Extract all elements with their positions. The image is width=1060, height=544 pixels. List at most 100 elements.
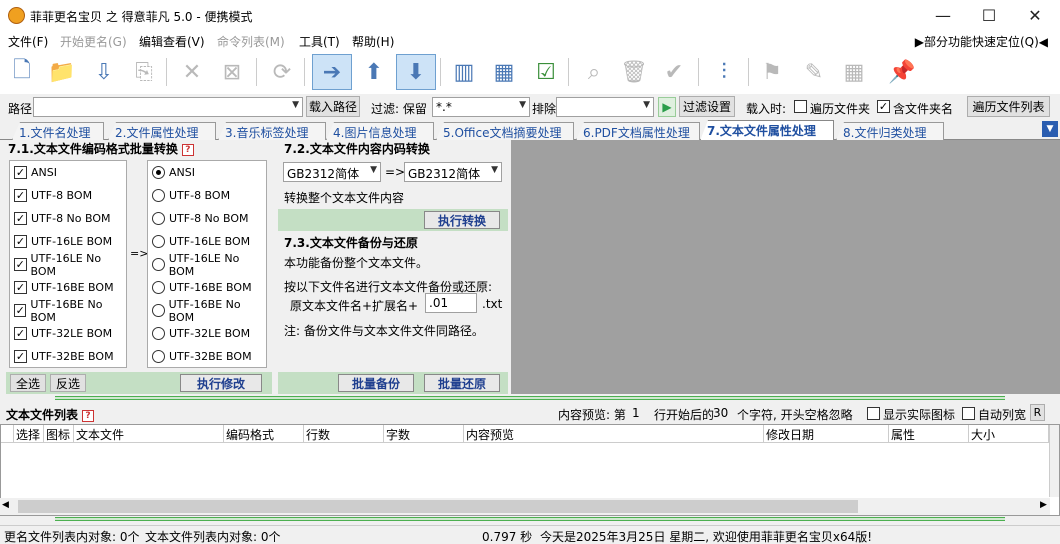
quick-access-menu[interactable]: ▶部分功能快速定位(Q)◀ bbox=[915, 33, 1048, 50]
target-encoding-item[interactable]: UTF-16LE No BOM bbox=[148, 252, 266, 278]
menu-file[interactable]: 文件(F) bbox=[8, 33, 48, 50]
target-encoding-item[interactable]: UTF-32BE BOM bbox=[148, 345, 266, 368]
new-file-icon[interactable]: 🗋 bbox=[4, 54, 40, 90]
traverse-list-button[interactable]: 遍历文件列表 bbox=[967, 96, 1050, 117]
source-encoding-item[interactable]: ✓ UTF-8 BOM bbox=[10, 184, 126, 207]
maximize-button[interactable]: ☐ bbox=[966, 0, 1012, 30]
horizontal-scrollbar[interactable]: ◀ ▶ bbox=[0, 498, 1050, 515]
r-button[interactable]: R bbox=[1030, 404, 1045, 421]
load-path-button[interactable]: 载入路径 bbox=[306, 96, 360, 117]
move-right-icon[interactable]: ➔ bbox=[312, 54, 352, 90]
minimize-button[interactable]: — bbox=[920, 0, 966, 30]
target-encoding-item[interactable]: UTF-8 BOM bbox=[148, 184, 266, 207]
source-encoding-item[interactable]: ✓ UTF-16BE No BOM bbox=[10, 298, 126, 324]
vertical-scrollbar[interactable] bbox=[1049, 425, 1059, 497]
col-lines[interactable]: 行数 bbox=[304, 425, 384, 443]
checklist-icon[interactable]: ☑ bbox=[528, 54, 564, 90]
import-list-icon[interactable]: ⇩ bbox=[86, 54, 122, 90]
source-encoding-item[interactable]: ✓ UTF-16LE BOM bbox=[10, 230, 126, 253]
tab-pdf-properties[interactable]: 6.PDF文档属性处理 bbox=[576, 122, 700, 140]
filter-input[interactable]: *.* ▼ bbox=[432, 97, 530, 117]
menu-edit-view[interactable]: 编辑查看(V) bbox=[139, 33, 205, 50]
check-icon[interactable]: ✔ bbox=[656, 54, 692, 90]
table-settings-icon[interactable]: ▦ bbox=[836, 54, 872, 90]
tab-text-file-properties[interactable]: 7.文本文件属性处理 bbox=[700, 120, 834, 141]
convert-to-select[interactable]: GB2312简体 ▼ bbox=[404, 162, 502, 182]
show-icons-checkbox[interactable] bbox=[867, 407, 880, 420]
target-encoding-item[interactable]: UTF-16BE BOM bbox=[148, 276, 266, 299]
execute-convert-button[interactable]: 执行转换 bbox=[424, 211, 500, 229]
move-up-icon[interactable]: ⬆ bbox=[354, 54, 394, 90]
select-all-button[interactable]: 全选 bbox=[10, 374, 46, 392]
col-icon[interactable]: 图标 bbox=[44, 425, 74, 443]
target-encoding-item[interactable]: UTF-16LE BOM bbox=[148, 230, 266, 253]
filter-settings-button[interactable]: 过滤设置 bbox=[679, 96, 735, 117]
invert-selection-button[interactable]: 反选 bbox=[50, 374, 86, 392]
tab-overflow-icon[interactable]: ▼ bbox=[1042, 121, 1058, 137]
play-icon[interactable]: ▶ bbox=[658, 97, 676, 117]
auto-width-checkbox[interactable] bbox=[962, 407, 975, 420]
menu-start-rename[interactable]: 开始更名(G) bbox=[60, 33, 127, 50]
columns-icon[interactable]: ▦ bbox=[486, 54, 522, 90]
target-encoding-item[interactable]: ANSI bbox=[148, 161, 266, 184]
source-encoding-item[interactable]: ✓ UTF-32LE BOM bbox=[10, 322, 126, 345]
bottom-splitter[interactable] bbox=[55, 517, 1005, 521]
batch-restore-button[interactable]: 批量还原 bbox=[424, 374, 500, 392]
source-encoding-item[interactable]: ✓ UTF-32BE BOM bbox=[10, 345, 126, 368]
col-select[interactable]: 选择 bbox=[14, 425, 44, 443]
backup-extension-input[interactable]: .01 bbox=[425, 293, 477, 313]
preview-start-line[interactable]: 1 bbox=[632, 406, 640, 420]
copy-list-icon[interactable]: ⎘ bbox=[126, 54, 162, 90]
path-input[interactable]: ▼ bbox=[33, 97, 303, 117]
col-encoding[interactable]: 编码格式 bbox=[224, 425, 304, 443]
refresh-icon[interactable]: ⟳ bbox=[264, 54, 300, 90]
menu-help[interactable]: 帮助(H) bbox=[352, 33, 394, 50]
menu-command-list[interactable]: 命令列表(M) bbox=[217, 33, 285, 50]
preview-char-count[interactable]: 30 bbox=[713, 406, 728, 420]
col-modified[interactable]: 修改日期 bbox=[764, 425, 889, 443]
source-encoding-item[interactable]: ✓ UTF-16BE BOM bbox=[10, 276, 126, 299]
help-icon[interactable]: ? bbox=[82, 409, 95, 422]
tab-file-attributes[interactable]: 2.文件属性处理 bbox=[108, 122, 216, 140]
add-folder-icon[interactable]: 📁 bbox=[44, 54, 80, 90]
col-words[interactable]: 字数 bbox=[384, 425, 464, 443]
convert-from-select[interactable]: GB2312简体 ▼ bbox=[283, 162, 381, 182]
sliders-icon[interactable]: ⫶ bbox=[706, 54, 742, 90]
batch-backup-button[interactable]: 批量备份 bbox=[338, 374, 414, 392]
split-view-icon[interactable]: ▥ bbox=[446, 54, 482, 90]
tab-file-classify[interactable]: 8.文件归类处理 bbox=[836, 122, 944, 140]
clear-icon[interactable]: ⊠ bbox=[214, 54, 250, 90]
target-encoding-item[interactable]: UTF-32LE BOM bbox=[148, 322, 266, 345]
close-button[interactable]: ✕ bbox=[1012, 0, 1058, 30]
remove-icon[interactable]: ✕ bbox=[174, 54, 210, 90]
col-preview[interactable]: 内容预览 bbox=[464, 425, 764, 443]
search-icon[interactable]: ⌕ bbox=[576, 54, 612, 90]
scroll-thumb[interactable] bbox=[18, 500, 858, 513]
col-attributes[interactable]: 属性 bbox=[889, 425, 969, 443]
tab-music-tags[interactable]: 3.音乐标签处理 bbox=[218, 122, 326, 140]
help-icon[interactable]: ? bbox=[181, 143, 194, 156]
tab-filename[interactable]: 1.文件名处理 bbox=[12, 122, 104, 140]
tab-office-summary[interactable]: 5.Office文档摘要处理 bbox=[436, 122, 574, 140]
scroll-right-icon[interactable]: ▶ bbox=[1040, 500, 1047, 510]
target-encoding-item[interactable]: UTF-16BE No BOM bbox=[148, 298, 266, 324]
move-down-icon[interactable]: ⬇ bbox=[396, 54, 436, 90]
source-encoding-item[interactable]: ✓ UTF-8 No BOM bbox=[10, 207, 126, 230]
include-folder-names-checkbox[interactable]: ✓ bbox=[877, 100, 890, 113]
target-encoding-item[interactable]: UTF-8 No BOM bbox=[148, 207, 266, 230]
exclude-input[interactable]: ▼ bbox=[556, 97, 654, 117]
edit-list-icon[interactable]: ✎ bbox=[796, 54, 832, 90]
menu-tools[interactable]: 工具(T) bbox=[299, 33, 340, 50]
tab-image-info[interactable]: 4.图片信息处理 bbox=[326, 122, 434, 140]
col-size[interactable]: 大小 bbox=[969, 425, 1049, 443]
source-encoding-item[interactable]: ✓ UTF-16LE No BOM bbox=[10, 252, 126, 278]
traverse-folders-checkbox[interactable] bbox=[794, 100, 807, 113]
execute-modify-button[interactable]: 执行修改 bbox=[180, 374, 262, 392]
source-encoding-item[interactable]: ✓ ANSI bbox=[10, 161, 126, 184]
flag-icon[interactable]: ⚑ bbox=[754, 54, 790, 90]
trash-icon[interactable]: 🗑 bbox=[616, 54, 652, 90]
scroll-left-icon[interactable]: ◀ bbox=[2, 500, 9, 510]
pin-icon[interactable]: 📌 bbox=[884, 54, 920, 90]
splitter[interactable] bbox=[55, 396, 1005, 400]
col-text-file[interactable]: 文本文件 bbox=[74, 425, 224, 443]
